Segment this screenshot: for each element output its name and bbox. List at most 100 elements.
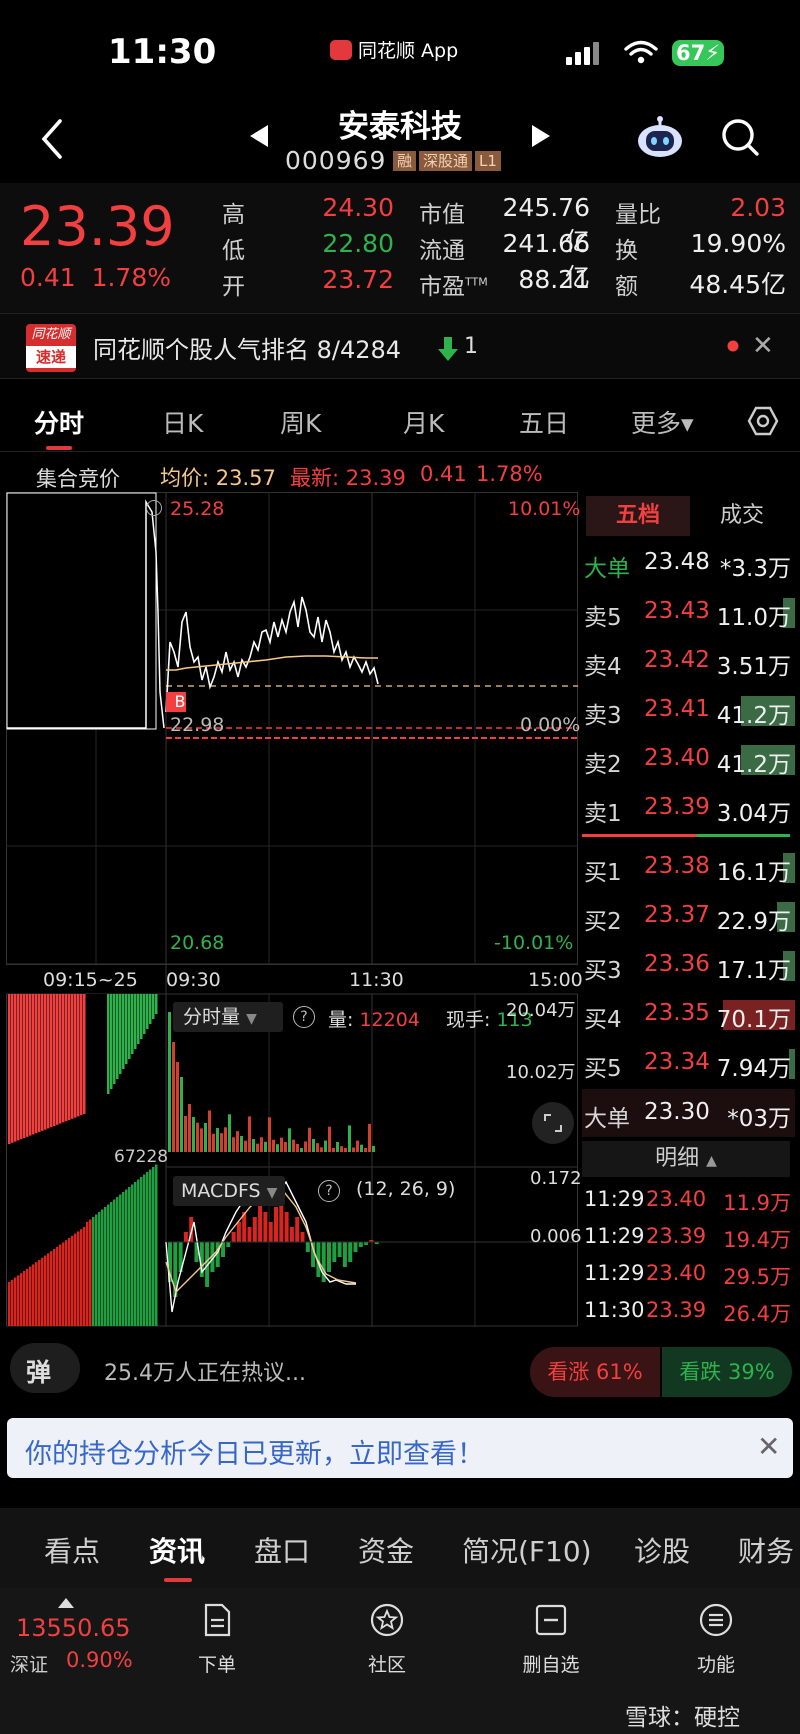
auction-volume-bar <box>104 994 107 1118</box>
tab-five-levels[interactable]: 五档 <box>586 496 690 536</box>
fullscreen-icon[interactable] <box>532 1102 574 1144</box>
ask-row[interactable]: 卖2 23.40 41.2万 <box>582 735 795 783</box>
price-top-label: 25.28 <box>170 498 225 520</box>
robot-assistant-icon[interactable] <box>636 115 684 159</box>
next-stock-arrow-icon[interactable] <box>530 123 552 149</box>
auction-macd-bar <box>71 1235 74 1326</box>
volume-bar <box>356 1140 359 1152</box>
tab-profile-f10[interactable]: 简况(F10) <box>462 1530 592 1570</box>
auction-volume-bar <box>44 994 47 1130</box>
chart-tabs: 分时 日K 周K 月K 五日 更多▾ <box>0 390 800 452</box>
tag-connect: 深股通 <box>419 151 473 171</box>
bid-row[interactable]: 买5 23.34 7.94万 <box>582 1039 795 1087</box>
time-label-auction: 09:15~25 <box>43 969 138 991</box>
danmu-toggle-icon[interactable]: 弹 <box>10 1343 80 1393</box>
rank-close-icon[interactable]: ✕ <box>752 331 774 361</box>
volume-bar <box>328 1126 331 1152</box>
bid-row[interactable]: 买3 23.36 17.1万 <box>582 941 795 989</box>
bullish-vote-button[interactable]: 看涨 61% <box>530 1347 660 1397</box>
search-icon[interactable] <box>720 117 760 157</box>
banner-close-icon[interactable]: ✕ <box>757 1430 780 1463</box>
volume-bar <box>200 1128 203 1152</box>
bid-volume: 70.1万 <box>716 1007 791 1033</box>
auction-volume-bar <box>17 994 20 1141</box>
macd-indicator-select[interactable]: MACDFS ▼ <box>173 1176 285 1206</box>
macd-help-icon[interactable]: ? <box>318 1180 340 1202</box>
community-button[interactable]: 社区 <box>342 1602 432 1677</box>
tab-more[interactable]: 更多▾ <box>631 404 694 440</box>
volume-bar <box>312 1138 315 1152</box>
intraday-chart[interactable]: 25.28 22.98 20.68 10.01% 0.00% -10.01% B… <box>6 492 583 1327</box>
tab-intraday[interactable]: 分时 <box>34 404 84 440</box>
auction-macd-bar <box>44 1255 47 1326</box>
auction-info-icon[interactable] <box>146 500 162 516</box>
volume-help-icon[interactable]: ? <box>293 1006 315 1028</box>
order-button-label: 下单 <box>197 1654 236 1676</box>
auction-macd-bar <box>20 1273 23 1326</box>
volume-bar <box>268 1117 271 1152</box>
volume-bar <box>248 1116 251 1152</box>
ask-row[interactable]: 卖5 23.43 11.0万 <box>582 588 795 636</box>
auction-label: 集合竞价 <box>36 467 120 491</box>
auction-macd-bar <box>32 1264 35 1326</box>
ask-volume: 41.2万 <box>716 752 791 778</box>
volume-bar <box>360 1144 363 1152</box>
tab-five-day[interactable]: 五日 <box>519 404 569 440</box>
tab-monthly-k[interactable]: 月K <box>403 404 444 440</box>
bid-row[interactable]: 买2 23.37 22.9万 <box>582 892 795 940</box>
bid-row[interactable]: 买4 23.35 70.1万 <box>582 990 795 1038</box>
auction-macd-bar <box>113 1199 116 1326</box>
auction-macd-bar <box>101 1209 104 1326</box>
tab-diagnosis[interactable]: 诊股 <box>634 1530 690 1570</box>
auction-volume-bar <box>23 994 26 1138</box>
low-label: 低 <box>222 238 245 264</box>
hot-discussion-text[interactable]: 25.4万人正在热议... <box>104 1355 306 1387</box>
pct-top-label: 10.01% <box>508 498 581 520</box>
bearish-vote-button[interactable]: 看跌 39% <box>662 1347 792 1397</box>
tick-price: 23.39 <box>646 1298 707 1322</box>
functions-button-label: 功能 <box>696 1654 735 1676</box>
auction-macd-bar <box>14 1277 17 1326</box>
volume-indicator-select[interactable]: 分时量 ▼ <box>173 1002 283 1032</box>
order-button[interactable]: 下单 <box>172 1602 262 1677</box>
macd-bar <box>252 1217 257 1242</box>
bid-row[interactable]: 买1 23.38 16.1万 <box>582 843 795 891</box>
tab-highlights[interactable]: 看点 <box>44 1530 100 1570</box>
app-chip[interactable]: 同花顺 App <box>330 36 458 63</box>
position-analysis-banner[interactable]: 你的持仓分析今日已更新，立即查看！ ✕ <box>7 1418 793 1478</box>
tab-news[interactable]: 资讯 <box>149 1530 205 1570</box>
volume-bar <box>284 1141 287 1152</box>
prev-stock-arrow-icon[interactable] <box>248 123 270 149</box>
chart-canvas <box>6 492 578 1327</box>
chart-settings-icon[interactable] <box>747 405 779 437</box>
auction-macd-bar <box>152 1167 155 1326</box>
detail-toggle[interactable]: 明细 ▲ <box>582 1141 790 1177</box>
auction-macd-bar <box>77 1231 80 1326</box>
index-value[interactable]: 13550.65 <box>16 1614 131 1642</box>
app-name: 同花顺 App <box>358 40 459 62</box>
volume-bar <box>372 1145 375 1152</box>
auction-macd-bar <box>74 1233 77 1326</box>
ask-row[interactable]: 卖3 23.41 41.2万 <box>582 686 795 734</box>
tab-trades[interactable]: 成交 <box>692 496 792 536</box>
auction-volume-bar <box>53 994 56 1126</box>
ask-row[interactable]: 卖4 23.42 3.51万 <box>582 637 795 685</box>
auction-macd-bar <box>89 1219 92 1326</box>
big-buy-label: 大单 <box>584 1106 630 1132</box>
functions-button[interactable]: 功能 <box>671 1602 761 1677</box>
logo-line-1: 同花顺 <box>31 327 71 342</box>
tab-capital[interactable]: 资金 <box>358 1530 414 1570</box>
popularity-rank-bar[interactable]: 同花顺 速递 同花顺个股人气排名 8/4284 1 <box>0 313 800 379</box>
tick-price: 23.40 <box>646 1187 707 1211</box>
ask-row[interactable]: 卖1 23.39 3.04万 <box>582 784 795 832</box>
auction-macd-bar <box>38 1260 41 1326</box>
tab-daily-k[interactable]: 日K <box>162 404 203 440</box>
remove-watchlist-button[interactable]: 删自选 <box>506 1602 596 1677</box>
low-value: 22.80 <box>322 229 394 258</box>
open-value: 23.72 <box>322 265 394 294</box>
tab-financials[interactable]: 财务 <box>738 1530 800 1570</box>
tick-time: 11:29 <box>584 1224 645 1248</box>
tab-order-flow[interactable]: 盘口 <box>254 1530 310 1570</box>
app-logo-icon <box>330 40 352 60</box>
tab-weekly-k[interactable]: 周K <box>280 404 321 440</box>
